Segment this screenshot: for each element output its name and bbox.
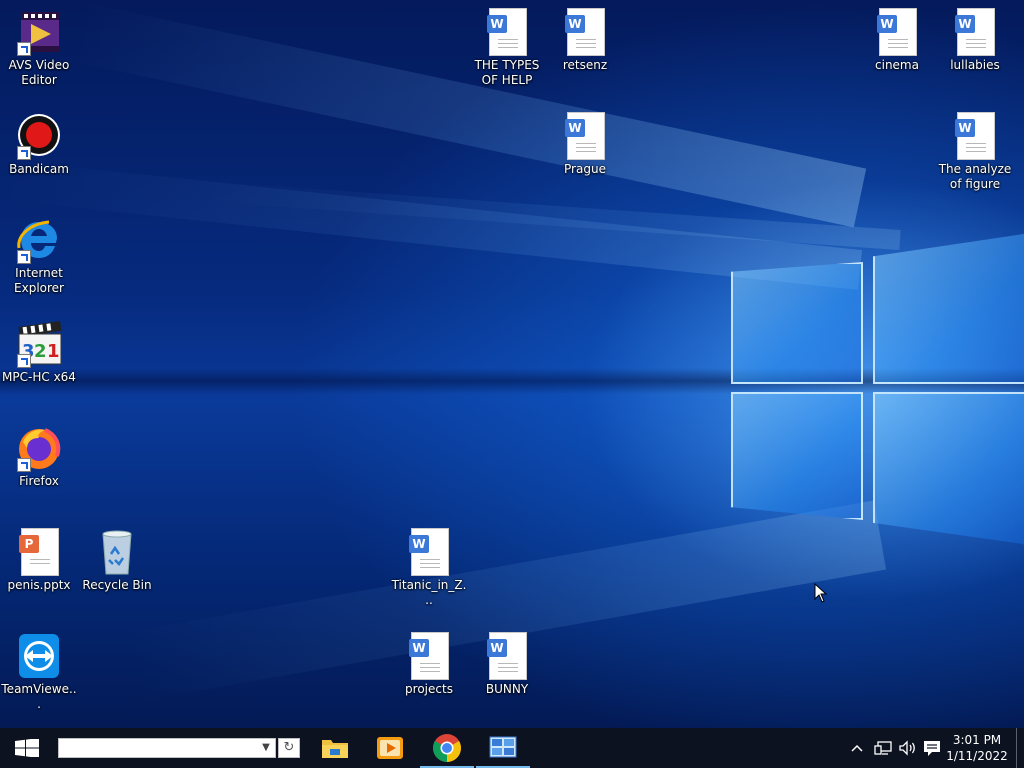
word-doc-icon: W [561, 112, 609, 160]
desktop-icon-label: projects [405, 682, 453, 696]
desktop-icon-label: Recycle Bin [82, 578, 152, 592]
taskbar-file-explorer[interactable] [308, 728, 362, 768]
desktop-icon-titanic[interactable]: W Titanic_in_Z... [391, 528, 467, 608]
clock[interactable]: 3:01 PM 1/11/2022 [944, 732, 1010, 766]
desktop-icon-retsenz[interactable]: W retsenz [547, 8, 623, 73]
taskbar-control-panel[interactable] [476, 728, 530, 768]
show-desktop-button[interactable] [1016, 728, 1024, 768]
desktop-icon-label: MPC-HC x64 [2, 370, 76, 384]
action-center-button[interactable] [922, 738, 942, 758]
mouse-cursor-icon [814, 583, 828, 603]
bandicam-icon [15, 112, 63, 160]
avs-video-editor-icon [15, 8, 63, 56]
desktop-icon-the-types-of-help[interactable]: W THE TYPES OF HELP [469, 8, 545, 88]
chevron-down-icon[interactable]: ▼ [260, 742, 272, 754]
windows-logo-pane [873, 232, 1024, 384]
taskbar-search-input[interactable] [58, 738, 276, 758]
desktop-icon-firefox[interactable]: Firefox [1, 424, 77, 489]
mpc-hc-icon: 3 2 1 [15, 320, 63, 368]
desktop-icon-bandicam[interactable]: Bandicam [1, 112, 77, 177]
firefox-icon [15, 424, 63, 472]
word-doc-icon: W [483, 632, 531, 680]
desktop-icon-projects[interactable]: W projects [391, 632, 467, 697]
desktop-icon-label: Titanic_in_Z... [391, 578, 467, 607]
word-doc-icon: W [873, 8, 921, 56]
desktop-icon-label: Prague [564, 162, 606, 176]
show-hidden-icons-chevron[interactable] [848, 738, 866, 758]
desktop-icon-label: Internet Explorer [14, 266, 64, 295]
clock-date: 1/11/2022 [946, 749, 1008, 763]
start-button[interactable] [0, 728, 54, 768]
desktop-icon-label: AVS Video Editor [8, 58, 70, 87]
desktop-icon-label: lullabies [950, 58, 1000, 72]
desktop-background[interactable]: AVS Video Editor Bandicam Internet Explo… [0, 0, 1024, 728]
word-doc-icon: W [483, 8, 531, 56]
desktop-icon-lullabies[interactable]: W lullabies [937, 8, 1013, 73]
desktop-icon-teamviewer[interactable]: TeamViewe... [1, 632, 77, 712]
control-panel-icon [489, 736, 517, 758]
desktop-icon-the-analyze-of-figure[interactable]: W The analyze of figure [937, 112, 1013, 192]
desktop-icon-internet-explorer[interactable]: Internet Explorer [1, 216, 77, 296]
desktop-icon-bunny[interactable]: W BUNNY [469, 632, 545, 697]
windows-logo-pane [731, 392, 863, 520]
desktop-icon-avs-video-editor[interactable]: AVS Video Editor [1, 8, 77, 88]
taskbar-chrome[interactable] [420, 728, 474, 768]
windows-start-icon [15, 739, 39, 757]
desktop-icon-penis-pptx[interactable]: P penis.pptx [1, 528, 77, 593]
speaker-icon [899, 740, 915, 756]
word-doc-icon: W [951, 112, 999, 160]
taskbar: ▼ ↻ 3:01 PM 1/11/2022 [0, 728, 1024, 768]
powerpoint-doc-icon: P [15, 528, 63, 576]
desktop-icon-mpc-hc[interactable]: 3 2 1 MPC-HC x64 [1, 320, 77, 385]
word-doc-icon: W [561, 8, 609, 56]
desktop-icon-prague[interactable]: W Prague [547, 112, 623, 177]
desktop-icon-label: retsenz [562, 58, 608, 72]
teamviewer-icon [15, 632, 63, 680]
recycle-bin-icon [93, 528, 141, 576]
refresh-icon[interactable]: ↻ [278, 738, 300, 758]
windows-logo-pane [873, 392, 1024, 546]
taskbar-media-player[interactable] [363, 728, 417, 768]
svg-text:2: 2 [34, 341, 47, 362]
chevron-up-icon [851, 744, 863, 752]
desktop-icon-label: THE TYPES OF HELP [474, 58, 540, 87]
notification-icon [924, 741, 940, 756]
desktop-icon-label: The analyze of figure [938, 162, 1012, 191]
desktop-icon-label: Firefox [19, 474, 59, 488]
volume-control[interactable] [898, 738, 918, 758]
desktop-icon-label: Bandicam [9, 162, 69, 176]
word-doc-icon: W [951, 8, 999, 56]
desktop-icon-cinema[interactable]: W cinema [859, 8, 935, 73]
desktop-icon-recycle-bin[interactable]: Recycle Bin [79, 528, 155, 593]
network-status[interactable] [874, 738, 894, 758]
desktop-icon-label: cinema [875, 58, 919, 72]
word-doc-icon: W [405, 632, 453, 680]
desktop-icon-label: BUNNY [485, 682, 529, 696]
svg-text:1: 1 [47, 341, 60, 362]
clock-time: 3:01 PM [952, 733, 1002, 747]
network-icon [874, 741, 892, 755]
media-player-icon [377, 737, 403, 759]
internet-explorer-icon [15, 216, 63, 264]
file-explorer-icon [322, 740, 348, 758]
windows-logo-pane [731, 262, 863, 384]
desktop-icon-label: penis.pptx [7, 578, 71, 592]
word-doc-icon: W [405, 528, 453, 576]
desktop-icon-label: TeamViewe... [1, 682, 77, 711]
chrome-icon [433, 734, 461, 762]
